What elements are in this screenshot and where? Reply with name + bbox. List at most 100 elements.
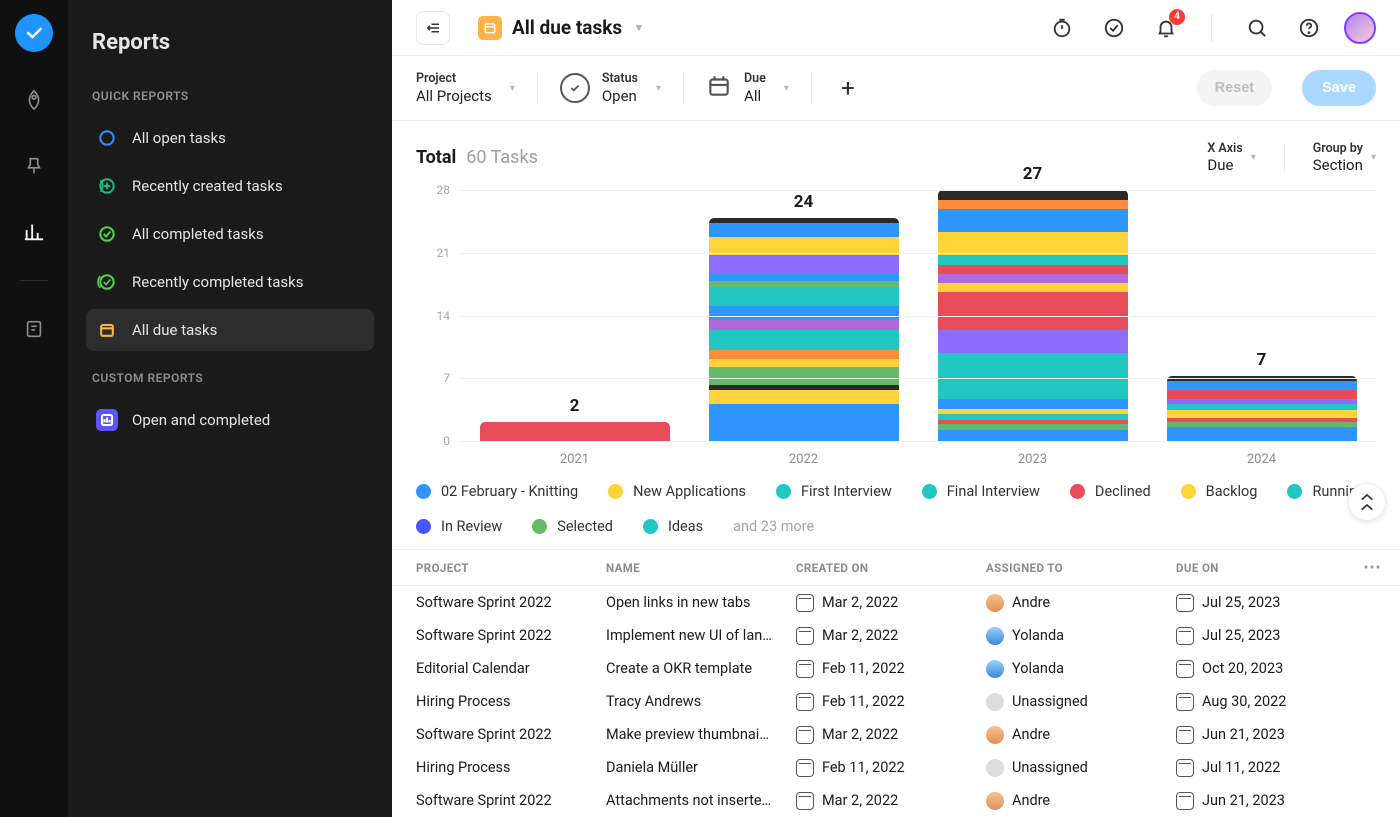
calendar-icon	[796, 759, 814, 777]
table-row[interactable]: Software Sprint 2022Implement new UI of …	[392, 619, 1400, 652]
header: All due tasks ▾ 4	[392, 0, 1400, 56]
help-icon[interactable]	[1292, 11, 1326, 45]
calendar-icon	[796, 660, 814, 678]
sidebar-item-icon	[96, 175, 118, 197]
bell-icon[interactable]: 4	[1149, 11, 1183, 45]
filter-due[interactable]: Due All ▾	[706, 71, 789, 105]
avatar-icon	[986, 627, 1004, 645]
x-axis-dropdown[interactable]: X Axis Due ▾	[1207, 141, 1255, 174]
legend-item[interactable]: Backlog	[1181, 483, 1258, 500]
col-created[interactable]: CREATED ON	[796, 561, 986, 575]
table-row[interactable]: Software Sprint 2022Make preview thumbna…	[392, 718, 1400, 751]
pin-icon[interactable]	[16, 148, 52, 184]
status-icon	[560, 73, 590, 103]
total-count: 60 Tasks	[466, 147, 538, 168]
chart-legend: 02 February - Knitting New Applications Fi…	[392, 471, 1400, 541]
sidebar-item[interactable]: All due tasks	[86, 309, 374, 351]
reset-button[interactable]: Reset	[1197, 70, 1273, 106]
sidebar-item-icon	[96, 319, 118, 341]
report-icon	[96, 409, 118, 431]
sidebar-item[interactable]: Open and completed	[86, 399, 374, 441]
sidebar-custom-label: CUSTOM REPORTS	[86, 371, 374, 385]
filter-status[interactable]: Status Open ▾	[560, 71, 661, 105]
calendar-icon	[796, 693, 814, 711]
col-due[interactable]: DUE ON	[1176, 561, 1376, 575]
calendar-icon	[1176, 693, 1194, 711]
table-row[interactable]: Software Sprint 2022Attachments not inse…	[392, 784, 1400, 817]
legend-item[interactable]: 02 February - Knitting	[416, 483, 578, 500]
avatar-icon	[986, 660, 1004, 678]
scroll-to-top-button[interactable]	[1348, 483, 1386, 521]
calendar-icon	[1176, 759, 1194, 777]
avatar-icon	[986, 759, 1004, 777]
reports-icon[interactable]	[16, 214, 52, 250]
filter-bar: Project All Projects ▾ Status Open ▾ Due…	[392, 56, 1400, 121]
table-row[interactable]: Software Sprint 2022Open links in new ta…	[392, 586, 1400, 619]
avatar-icon	[986, 693, 1004, 711]
notification-badge: 4	[1169, 9, 1185, 25]
check-circle-icon[interactable]	[1097, 11, 1131, 45]
calendar-icon	[1176, 627, 1194, 645]
legend-item[interactable]: First Interview	[776, 483, 892, 500]
calendar-icon	[796, 627, 814, 645]
table-row[interactable]: Hiring ProcessTracy AndrewsFeb 11, 2022U…	[392, 685, 1400, 718]
calendar-icon	[478, 16, 502, 40]
legend-item[interactable]: New Applications	[608, 483, 746, 500]
table-row[interactable]: Editorial CalendarCreate a OKR templateF…	[392, 652, 1400, 685]
table-row[interactable]: Hiring ProcessDaniela MüllerFeb 11, 2022…	[392, 751, 1400, 784]
total-label: Total	[416, 147, 456, 168]
calendar-icon	[1176, 594, 1194, 612]
calendar-icon	[1176, 792, 1194, 810]
filter-project[interactable]: Project All Projects ▾	[416, 71, 515, 105]
tasks-table: PROJECT NAME CREATED ON ASSIGNED TO DUE …	[392, 549, 1400, 817]
sidebar-quick-label: QUICK REPORTS	[86, 89, 374, 103]
sidebar-item-icon	[96, 127, 118, 149]
legend-item[interactable]: Selected	[532, 518, 613, 535]
timer-icon[interactable]	[1045, 11, 1079, 45]
note-icon[interactable]	[16, 311, 52, 347]
main-panel: All due tasks ▾ 4 Project All Projects	[392, 0, 1400, 817]
collapse-sidebar-button[interactable]	[416, 11, 450, 45]
sidebar-item-icon	[96, 223, 118, 245]
legend-more[interactable]: and 23 more	[733, 518, 814, 535]
sidebar-item-icon	[96, 271, 118, 293]
col-project[interactable]: PROJECT	[416, 561, 606, 575]
rail-divider	[20, 280, 48, 281]
sidebar-item-label: All due tasks	[132, 321, 217, 339]
avatar[interactable]	[1344, 12, 1376, 44]
legend-item[interactable]: In Review	[416, 518, 502, 535]
rocket-icon[interactable]	[16, 82, 52, 118]
search-icon[interactable]	[1240, 11, 1274, 45]
page-title-dropdown[interactable]: All due tasks ▾	[478, 16, 642, 40]
sidebar-item-label: All open tasks	[132, 129, 226, 147]
table-header: PROJECT NAME CREATED ON ASSIGNED TO DUE …	[392, 550, 1400, 586]
chevron-down-icon: ▾	[636, 21, 642, 34]
page-title: All due tasks	[512, 16, 622, 39]
avatar-icon	[986, 792, 1004, 810]
col-assigned[interactable]: ASSIGNED TO	[986, 561, 1176, 575]
col-name[interactable]: NAME	[606, 561, 796, 575]
chart: 07142128 224277 2021202220232024	[416, 190, 1376, 471]
totals-row: Total 60 Tasks X Axis Due ▾ Group by Sec…	[392, 121, 1400, 174]
table-more-icon[interactable]: ⋯	[1363, 557, 1382, 578]
sidebar-item[interactable]: All open tasks	[86, 117, 374, 159]
app-logo	[15, 14, 53, 52]
group-by-dropdown[interactable]: Group by Section ▾	[1313, 141, 1376, 174]
calendar-icon	[706, 73, 732, 103]
sidebar-item-label: Open and completed	[132, 411, 270, 429]
sidebar-item[interactable]: All completed tasks	[86, 213, 374, 255]
legend-item[interactable]: Ideas	[643, 518, 703, 535]
calendar-icon	[796, 594, 814, 612]
calendar-icon	[1176, 726, 1194, 744]
sidebar-item[interactable]: Recently completed tasks	[86, 261, 374, 303]
legend-item[interactable]: Declined	[1070, 483, 1151, 500]
legend-item[interactable]: Final Interview	[922, 483, 1040, 500]
save-button[interactable]: Save	[1302, 70, 1376, 106]
icon-rail	[0, 0, 68, 817]
avatar-icon	[986, 594, 1004, 612]
calendar-icon	[796, 726, 814, 744]
calendar-icon	[796, 792, 814, 810]
sidebar-item-label: Recently created tasks	[132, 177, 283, 195]
add-filter-button[interactable]: +	[834, 74, 862, 102]
sidebar-item[interactable]: Recently created tasks	[86, 165, 374, 207]
